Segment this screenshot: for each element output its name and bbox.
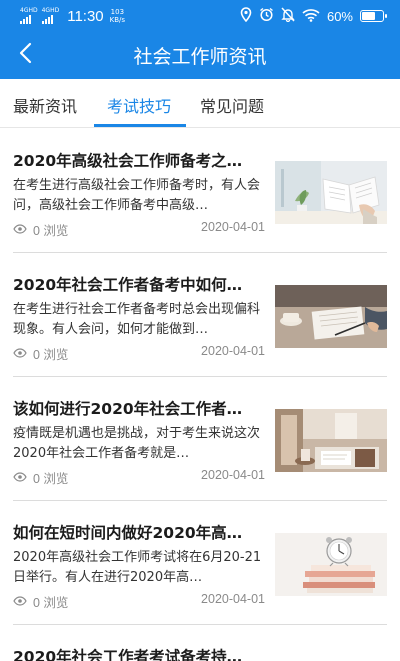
signal-strength-2: 4GHD	[41, 8, 59, 24]
tab-latest-news[interactable]: 最新资讯	[13, 93, 77, 117]
view-count-text: 0 浏览	[33, 596, 69, 610]
active-tab-indicator	[94, 124, 186, 127]
article-date: 2020-04-01	[201, 468, 265, 482]
article-item[interactable]: 2020年社会工作者考试备考持…	[13, 625, 387, 661]
article-summary: 在考生进行社会工作者备考时总会出现偏科现象。有人会问，如何才能做到…	[13, 302, 261, 337]
wifi-icon	[302, 7, 320, 26]
article-title: 2020年高级社会工作师备考之…	[13, 152, 243, 170]
view-count: 0 浏览	[13, 344, 68, 363]
article-title: 2020年社会工作者备考中如何…	[13, 276, 243, 294]
view-count: 0 浏览	[13, 468, 68, 487]
article-list: 2020年高级社会工作师备考之… 在考生进行高级社会工作师备考时，有人会问，高级…	[0, 129, 400, 661]
eye-icon	[13, 595, 27, 609]
article-date: 2020-04-01	[201, 220, 265, 234]
network-speed: 103 KB/s	[110, 8, 125, 24]
article-item[interactable]: 2020年社会工作者备考中如何… 在考生进行社会工作者备考时总会出现偏科现象。有…	[13, 253, 387, 377]
top-bar: 4GHD 4GHD 11:30 103 KB/s 60% 社会工作师资讯	[0, 0, 400, 79]
network-speed-unit: KB/s	[109, 16, 126, 24]
view-count-text: 0 浏览	[33, 348, 69, 362]
article-summary: 疫情既是机遇也是挑战，对于考生来说这次2020年社会工作者备考就是…	[13, 426, 261, 461]
article-meta: 0 浏览 2020-04-01	[13, 592, 265, 611]
article-item[interactable]: 该如何进行2020年社会工作者… 疫情既是机遇也是挑战，对于考生来说这次2020…	[13, 377, 387, 501]
view-count-text: 0 浏览	[33, 224, 69, 238]
signal-bars-icon	[41, 14, 53, 24]
desk-notebook-image	[275, 285, 387, 348]
category-tabs: 最新资讯 考试技巧 常见问题	[0, 79, 400, 128]
article-meta: 0 浏览 2020-04-01	[13, 468, 265, 487]
app-header: 社会工作师资讯	[0, 32, 400, 79]
article-title: 该如何进行2020年社会工作者…	[13, 400, 243, 418]
network-speed-value: 103	[110, 8, 125, 16]
battery-fill	[362, 12, 376, 20]
view-count: 0 浏览	[13, 592, 68, 611]
article-title: 2020年社会工作者考试备考持…	[13, 648, 243, 661]
signal-strength-1: 4GHD	[20, 8, 38, 24]
article-meta: 0 浏览 2020-04-01	[13, 220, 265, 239]
status-bar: 4GHD 4GHD 11:30 103 KB/s 60%	[0, 0, 400, 32]
clock: 11:30	[67, 7, 104, 25]
article-summary: 在考生进行高级社会工作师备考时，有人会问，高级社会工作师备考中高级…	[13, 178, 261, 213]
article-meta: 0 浏览 2020-04-01	[13, 344, 265, 363]
article-title: 如何在短时间内做好2020年高…	[13, 524, 243, 542]
mute-icon	[281, 6, 295, 26]
article-item[interactable]: 2020年高级社会工作师备考之… 在考生进行高级社会工作师备考时，有人会问，高级…	[13, 129, 387, 253]
view-count: 0 浏览	[13, 220, 68, 239]
tab-exam-tips[interactable]: 考试技巧	[107, 93, 171, 117]
signal-bars-icon	[20, 14, 31, 24]
eye-icon	[13, 223, 27, 237]
battery-percent: 60%	[326, 8, 353, 24]
eye-icon	[13, 347, 27, 361]
reading-book-image	[275, 161, 387, 224]
clock-books-image	[275, 533, 387, 596]
article-item[interactable]: 如何在短时间内做好2020年高… 2020年高级社会工作师考试将在6月20-21…	[13, 501, 387, 625]
page-title: 社会工作师资讯	[133, 46, 267, 68]
alarm-icon	[259, 7, 274, 26]
location-icon	[240, 6, 252, 26]
article-summary: 2020年高级社会工作师考试将在6月20-21日举行。有人在进行2020年高…	[13, 550, 262, 585]
tab-faq[interactable]: 常见问题	[200, 93, 264, 117]
article-date: 2020-04-01	[201, 344, 265, 358]
eye-icon	[13, 471, 27, 485]
article-date: 2020-04-01	[201, 592, 265, 606]
cafe-table-image	[275, 409, 387, 472]
battery-icon	[360, 10, 387, 22]
view-count-text: 0 浏览	[33, 472, 69, 486]
